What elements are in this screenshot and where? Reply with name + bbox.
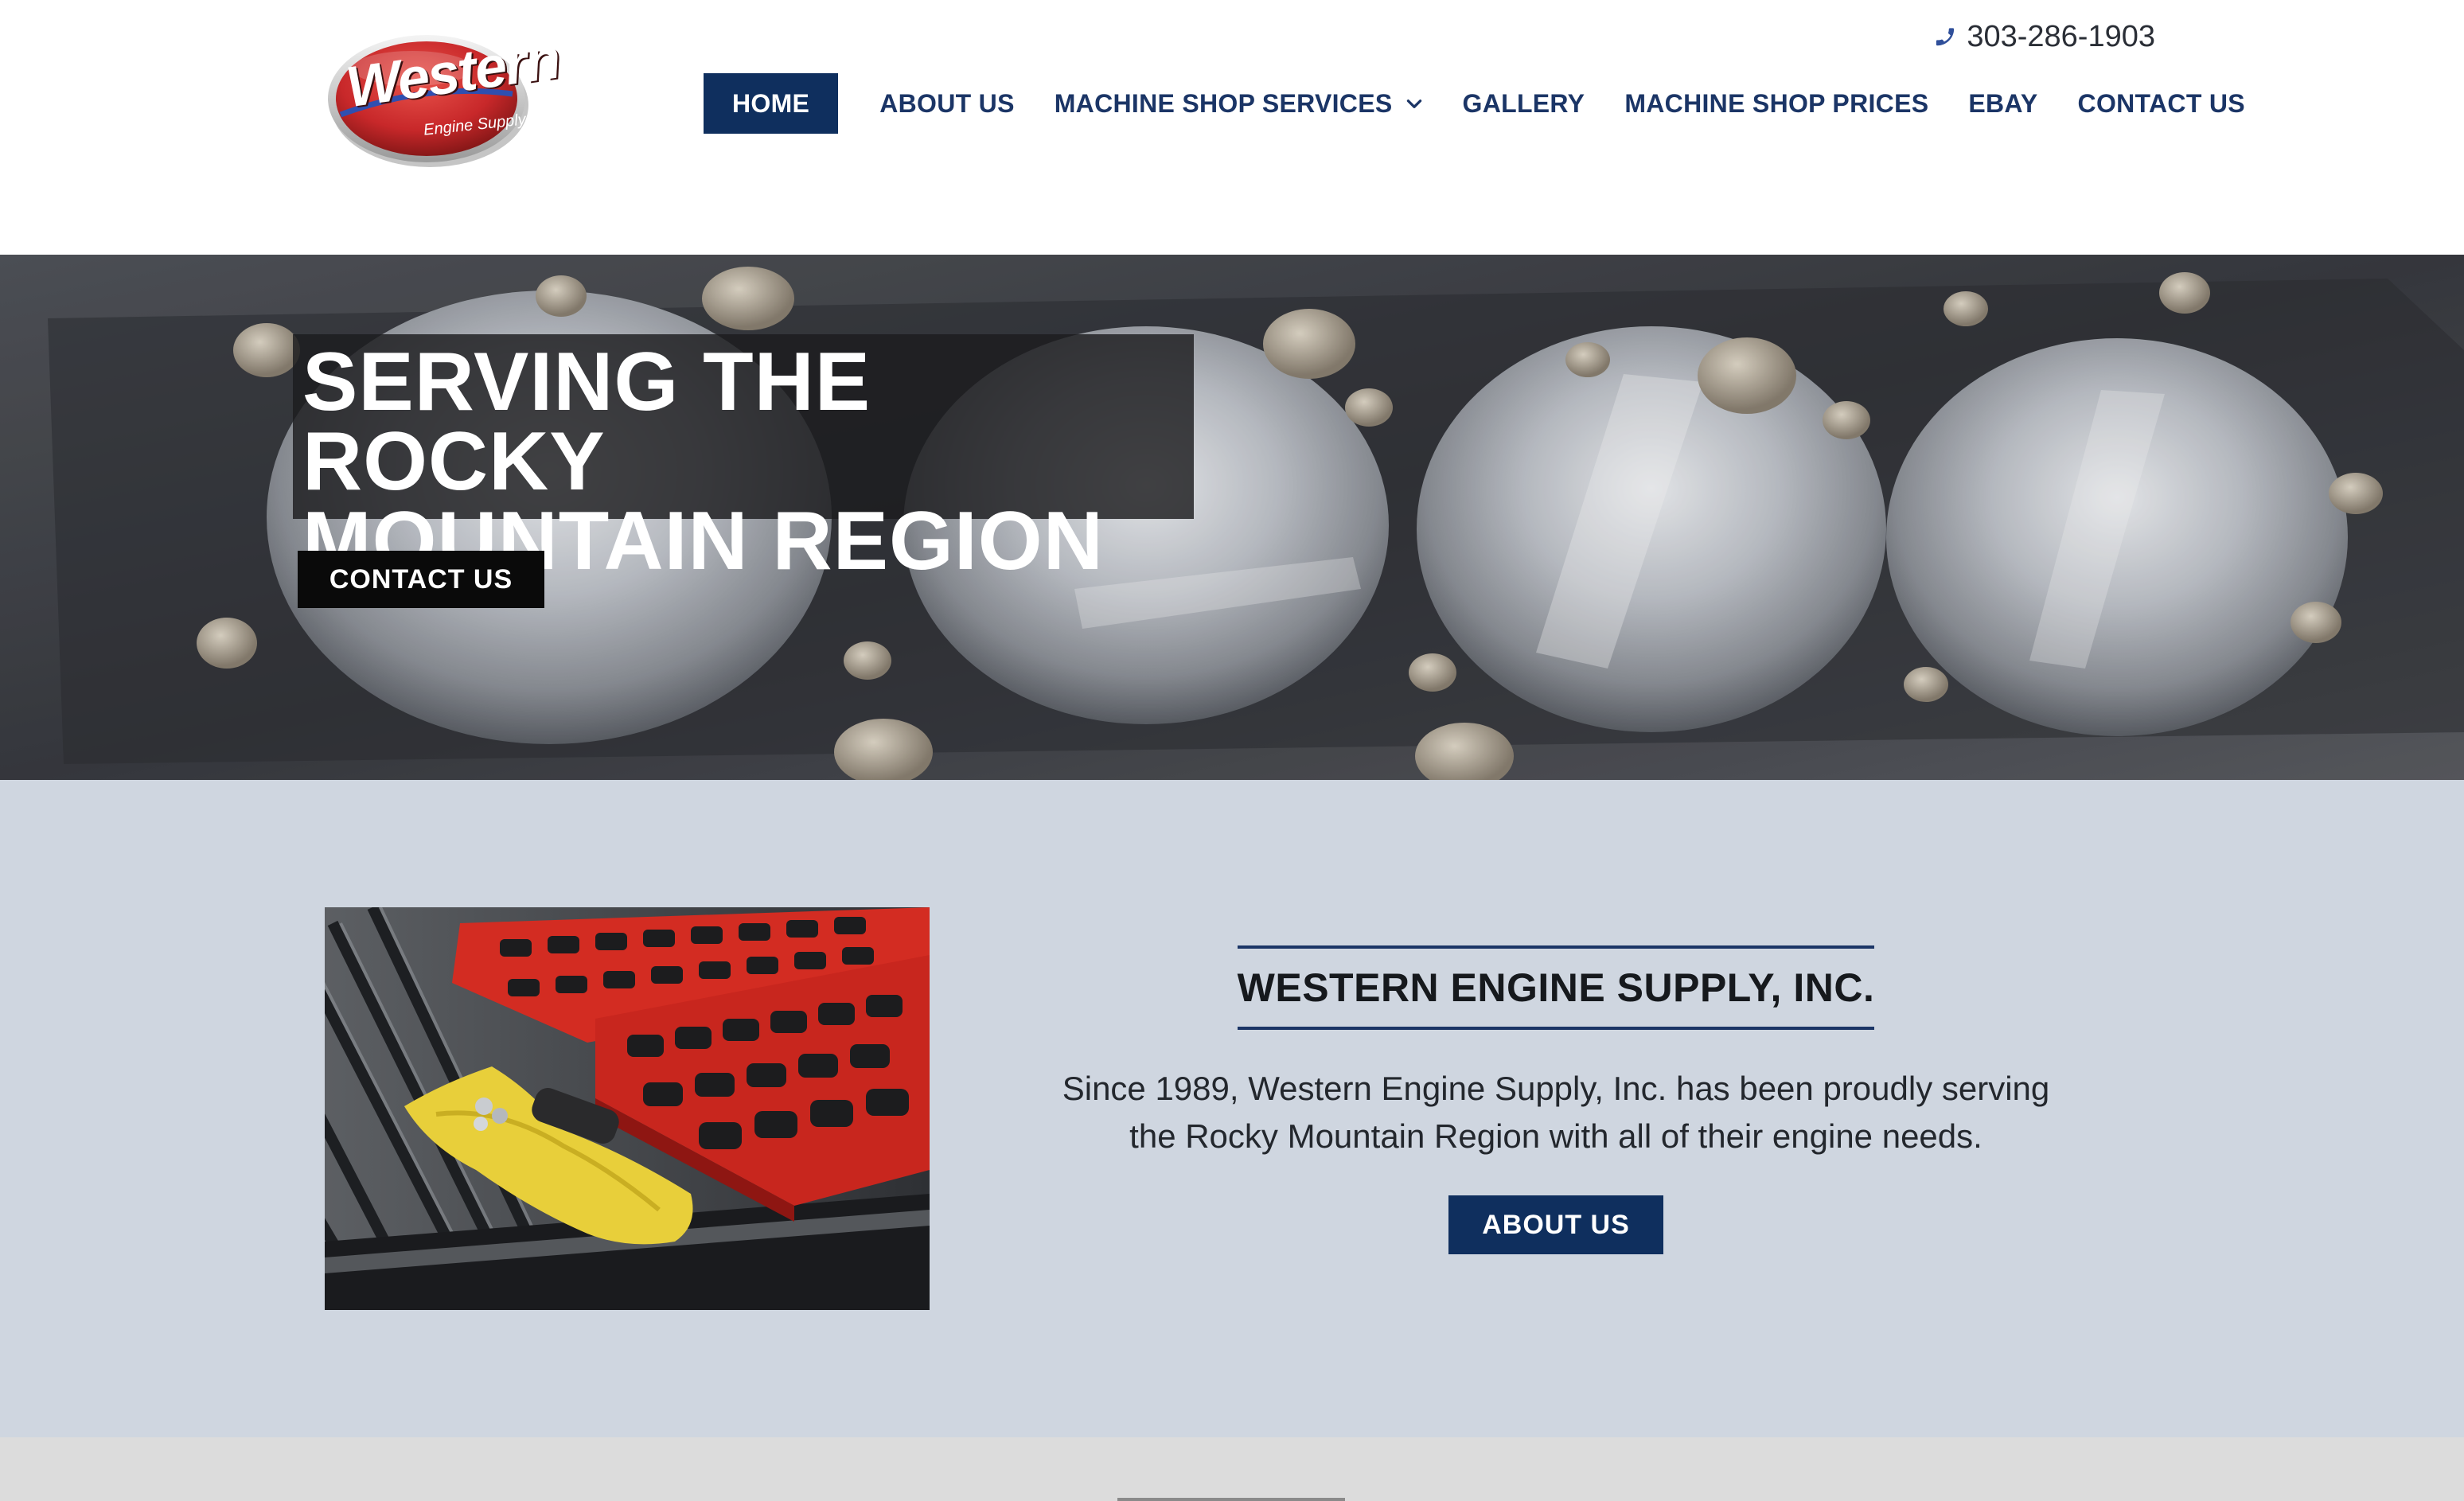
about-heading-rule: WESTERN ENGINE SUPPLY, INC. <box>1237 945 1875 1030</box>
nav-item-gallery[interactable]: GALLERY <box>1436 73 1604 134</box>
about-description-line-2: the Rocky Mountain Region with all of th… <box>1129 1117 1983 1155</box>
nav-item-machine-shop-services-label: MACHINE SHOP SERVICES <box>1054 88 1393 118</box>
hero-title-box: SERVING THE ROCKY MOUNTAIN REGION <box>293 334 1194 583</box>
about-heading: WESTERN ENGINE SUPPLY, INC. <box>1237 965 1875 1010</box>
about-us-button[interactable]: ABOUT US <box>1448 1195 1663 1254</box>
about-content: WESTERN ENGINE SUPPLY, INC. Since 1989, … <box>1035 945 2077 1254</box>
nav-item-machine-shop-services[interactable]: MACHINE SHOP SERVICES <box>1043 73 1436 134</box>
socket-set-illustration <box>325 907 930 1310</box>
socket-set-image <box>325 907 930 1310</box>
hero-banner: SERVING THE ROCKY MOUNTAIN REGION CONTAC… <box>0 255 2464 780</box>
nav-item-about-us[interactable]: ABOUT US <box>849 73 1043 134</box>
nav-item-machine-shop-prices[interactable]: MACHINE SHOP PRICES <box>1604 73 1947 134</box>
phone-icon <box>1936 28 1955 46</box>
nav-item-home[interactable]: HOME <box>704 73 839 134</box>
about-description: Since 1989, Western Engine Supply, Inc. … <box>1035 1065 2077 1160</box>
about-section: WESTERN ENGINE SUPPLY, INC. Since 1989, … <box>0 780 2464 1437</box>
chevron-down-icon <box>1406 99 1421 108</box>
phone-number: 303-286-1903 <box>1967 19 2155 53</box>
header-phone[interactable]: 303-286-1903 <box>1933 18 2155 56</box>
nav-item-contact-us[interactable]: CONTACT US <box>2057 73 2261 134</box>
footer-divider <box>1117 1498 1345 1501</box>
hero-contact-button[interactable]: CONTACT US <box>298 551 544 608</box>
hero-title-line-1: SERVING THE ROCKY <box>302 336 871 508</box>
nav-item-ebay[interactable]: EBAY <box>1947 73 2057 134</box>
main-nav: HOME ABOUT US MACHINE SHOP SERVICES GALL… <box>704 73 2261 134</box>
about-description-line-1: Since 1989, Western Engine Supply, Inc. … <box>1062 1070 2050 1107</box>
footer-strip <box>0 1437 2464 1501</box>
site-header: Western Engine Supply 303-286-1903 HOME … <box>0 0 2464 255</box>
company-logo[interactable]: Western Engine Supply <box>325 27 563 172</box>
